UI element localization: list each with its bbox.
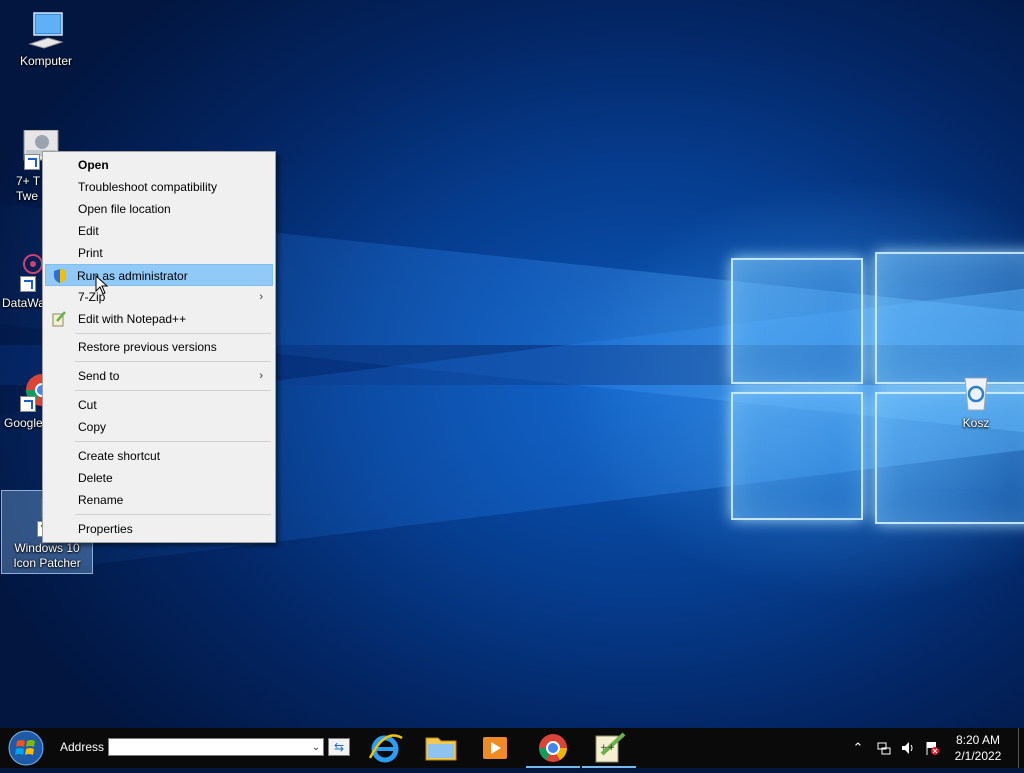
menu-item-label: Print [78,246,103,260]
menu-item-label: Rename [78,493,124,507]
menu-separator [75,390,271,391]
menu-item-label: Open file location [78,202,171,216]
address-toolbar-label: Address [60,740,105,754]
address-dropdown-button[interactable]: ⌄ [308,738,324,756]
menu-item-restore-previous-versions[interactable]: Restore previous versions [45,336,273,358]
menu-separator [75,514,271,515]
address-go-button[interactable]: ⇆ [328,738,350,756]
menu-item-label: Delete [78,471,113,485]
network-icon[interactable] [876,740,892,756]
menu-item-label: Restore previous versions [78,340,217,354]
show-hidden-icons-button[interactable]: ⌃ [850,740,866,756]
taskbar-app-file-explorer[interactable] [414,728,468,768]
notepadpp-icon [51,311,67,327]
address-input[interactable] [108,738,324,756]
windows-logo-pane [731,392,863,520]
taskbar-app-notepadpp[interactable]: ++ [582,728,636,768]
menu-item-troubleshoot-compatibility[interactable]: Troubleshoot compatibility [45,176,273,198]
submenu-arrow-icon: › [259,291,263,303]
submenu-arrow-icon: › [259,370,263,382]
show-desktop-button[interactable] [1018,728,1024,768]
menu-item-delete[interactable]: Delete [45,467,273,489]
menu-separator [75,333,271,334]
menu-item-edit-with-notepadpp[interactable]: Edit with Notepad++ [45,308,273,330]
media-player-icon [483,737,507,759]
chevron-up-icon: ⌃ [852,740,864,755]
chrome-icon [539,734,567,762]
menu-separator [75,441,271,442]
taskbar-app-chrome[interactable] [526,728,580,768]
menu-item-properties[interactable]: Properties [45,518,273,540]
clock-date: 2/1/2022 [954,749,1002,763]
menu-item-open[interactable]: Open [45,154,273,176]
desktop-icon-label: Windows 10 Icon Patcher [13,541,81,570]
menu-item-copy[interactable]: Copy [45,416,273,438]
shortcut-arrow-icon [24,154,40,170]
menu-item-edit[interactable]: Edit [45,220,273,242]
windows-logo-pane [731,258,863,384]
desktop-icon-computer[interactable]: Komputer [4,10,88,69]
menu-item-label: Edit [78,224,99,238]
menu-item-7zip[interactable]: 7-Zip › [45,286,273,308]
menu-separator [75,361,271,362]
menu-item-label: Run as administrator [77,269,188,283]
desktop-icon-label: DataWa [2,296,45,310]
volume-icon[interactable] [900,740,916,756]
start-button[interactable] [6,729,46,767]
desktop-icon-label: Komputer [19,54,73,68]
desktop-icon-google-chrome[interactable]: Google [0,372,58,431]
desktop-icon-7plus-taskbar-tweaker[interactable]: 7+ T Twe [0,129,59,204]
context-menu: Open Troubleshoot compatibility Open fil… [42,151,276,543]
menu-item-create-shortcut[interactable]: Create shortcut [45,445,273,467]
desktop-icon-label: Google [4,416,43,430]
taskbar: Address ⌄ ⇆ ++ ⌃ 8:20 AM 2/1/2022 [0,728,1024,768]
menu-item-open-file-location[interactable]: Open file location [45,198,273,220]
clock-time: 8:20 AM [955,733,1001,747]
menu-item-cut[interactable]: Cut [45,394,273,416]
chevron-down-icon: ⌄ [311,741,321,753]
windows-orb-icon [8,730,44,766]
menu-item-send-to[interactable]: Send to › [45,365,273,387]
shortcut-arrow-icon [20,396,36,412]
desktop-icon-label: Kosz [962,416,990,430]
menu-item-print[interactable]: Print [45,242,273,264]
menu-item-label: Cut [78,398,97,412]
go-arrow-icon: ⇆ [333,740,345,754]
menu-item-label: Create shortcut [78,449,161,463]
file-explorer-icon [425,737,457,761]
recycle-bin-icon [956,372,996,412]
computer-icon [26,10,66,50]
desktop-icon-datawarrior[interactable]: DataWa [0,252,45,311]
desktop-icon-label: 7+ T Twe [16,174,41,203]
notepadpp-icon: ++ [595,732,626,763]
menu-item-label: Edit with Notepad++ [78,312,187,326]
mouse-cursor-icon [95,274,109,295]
action-center-flag-icon[interactable] [924,740,940,756]
taskbar-app-internet-explorer[interactable] [358,728,412,768]
desktop-icon-recycle-bin[interactable]: Kosz [934,372,1018,431]
internet-explorer-icon [368,734,403,763]
windows-logo-pane [875,252,1024,384]
uac-shield-icon [52,268,68,284]
menu-item-label: Send to [78,369,120,383]
menu-item-label: Properties [78,522,133,536]
shortcut-arrow-icon [20,276,36,292]
menu-item-label: Copy [78,420,107,434]
svg-text:++: ++ [600,743,615,753]
menu-item-run-as-administrator[interactable]: Run as administrator [45,264,273,286]
taskbar-app-media-player[interactable] [468,728,522,768]
menu-item-label: Troubleshoot compatibility [78,180,217,194]
menu-item-rename[interactable]: Rename [45,489,273,511]
menu-item-label: Open [78,158,109,172]
taskbar-clock[interactable]: 8:20 AM 2/1/2022 [948,732,1008,764]
